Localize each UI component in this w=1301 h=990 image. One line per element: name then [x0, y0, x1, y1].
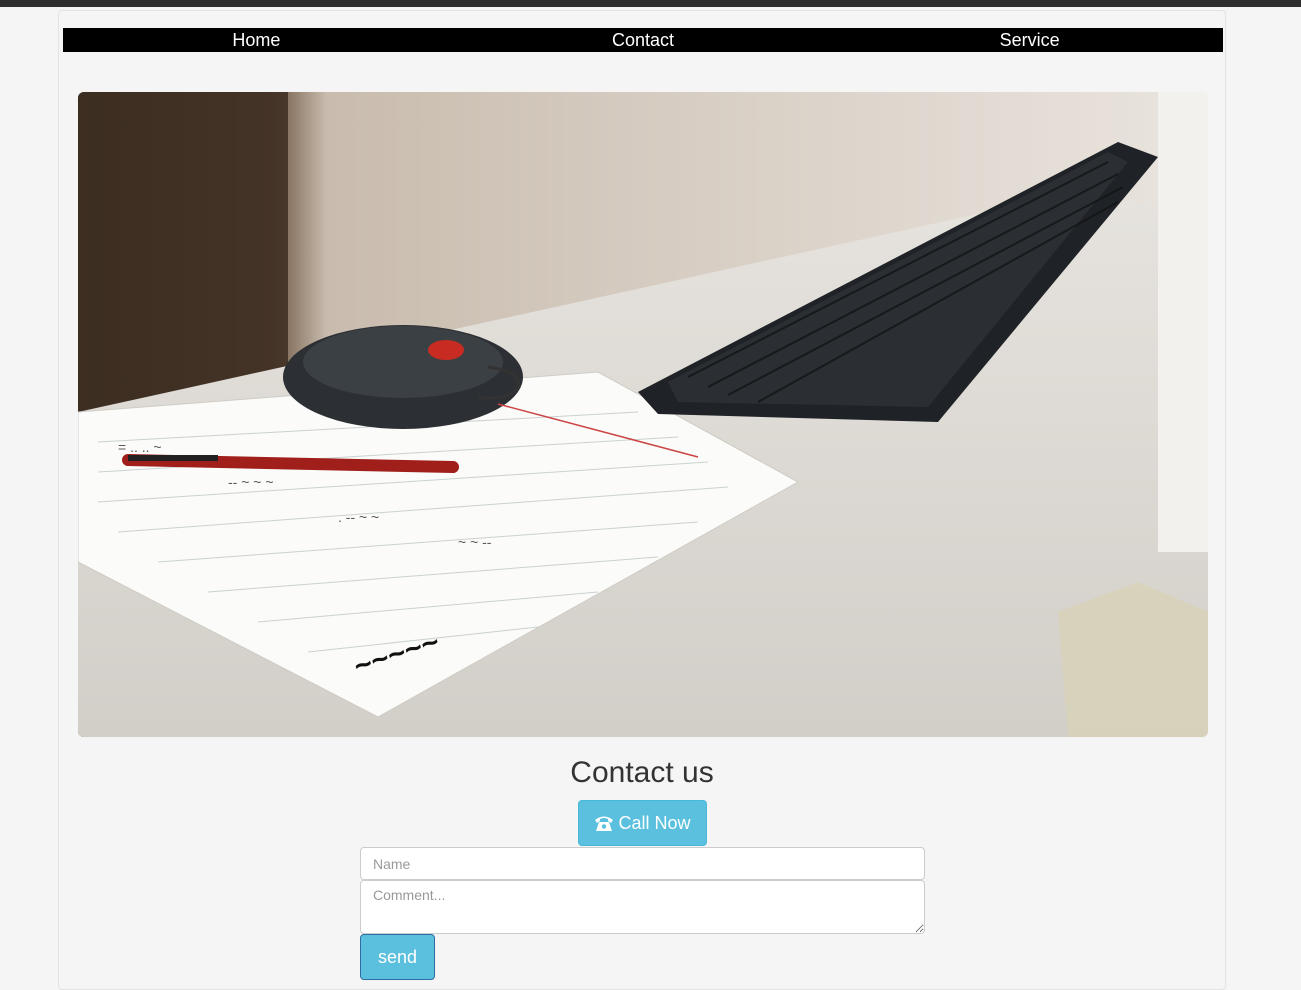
nav-service[interactable]: Service	[836, 28, 1223, 52]
contact-title: Contact us	[570, 756, 714, 789]
send-button[interactable]: send	[360, 934, 435, 980]
main-nav: Home Contact Service	[63, 28, 1223, 52]
call-now-label: Call Now	[618, 812, 691, 833]
nav-home[interactable]: Home	[63, 28, 450, 52]
nav-contact[interactable]: Contact	[450, 28, 837, 52]
hero-photo-illustration: = .. .. ~ -- ~ ~ ~ . -- ~ ~ ~ ~ -- ~~~~~	[78, 92, 1208, 737]
phone-icon	[595, 816, 614, 831]
comment-textarea[interactable]	[360, 880, 925, 934]
hero-image: = .. .. ~ -- ~ ~ ~ . -- ~ ~ ~ ~ -- ~~~~~	[78, 92, 1208, 737]
svg-text:= .. .. ~: = .. .. ~	[118, 439, 162, 455]
svg-text:. -- ~ ~: . -- ~ ~	[338, 509, 379, 525]
svg-text:~ ~ --: ~ ~ --	[458, 534, 492, 550]
browser-top-bar	[0, 0, 1301, 7]
call-now-button[interactable]: Call Now	[578, 800, 707, 846]
svg-text:-- ~ ~ ~: -- ~ ~ ~	[228, 474, 274, 490]
name-input[interactable]	[360, 847, 925, 880]
